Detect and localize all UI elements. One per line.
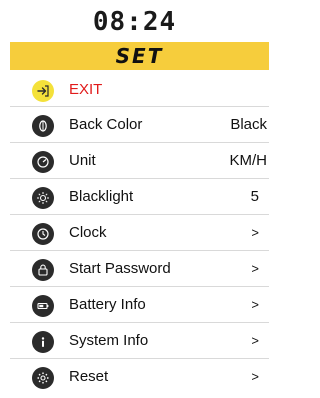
chevron-right-icon: > [251, 225, 259, 240]
menu-item-start-password[interactable]: Start Password > [10, 251, 269, 287]
chevron-right-icon: > [251, 261, 259, 276]
info-icon [32, 331, 54, 353]
menu-item-system-info[interactable]: System Info > [10, 323, 269, 359]
menu-item-label: Battery Info [69, 296, 146, 313]
backlight-sun-icon [32, 187, 54, 209]
settings-screen: 08:24 SET EXIT Back Color Black Unit KM/… [0, 0, 269, 398]
page-title: SET [10, 42, 269, 70]
menu-item-label: Clock [69, 224, 107, 241]
back-color-icon [32, 115, 54, 137]
chevron-right-icon: > [251, 297, 259, 312]
menu-item-blacklight[interactable]: Blacklight 5 [10, 179, 269, 215]
menu-item-value: Black [230, 116, 267, 133]
chevron-right-icon: > [251, 333, 259, 348]
menu-item-label: System Info [69, 332, 149, 349]
menu-item-label: Reset [69, 368, 109, 385]
menu-item-label: Start Password [69, 260, 171, 277]
unit-gauge-icon [32, 151, 54, 173]
menu-item-label: Blacklight [69, 188, 134, 205]
menu-item-clock[interactable]: Clock > [10, 215, 269, 251]
menu-item-label: Unit [69, 152, 96, 169]
battery-icon [32, 295, 54, 317]
chevron-right-icon: > [251, 369, 259, 384]
menu-item-reset[interactable]: Reset > [10, 359, 269, 395]
menu-item-unit[interactable]: Unit KM/H [10, 143, 269, 179]
menu-item-value: KM/H [229, 152, 268, 169]
menu-item-back-color[interactable]: Back Color Black [10, 107, 269, 143]
menu-item-exit[interactable]: EXIT [10, 72, 269, 108]
menu-item-value: 5 [250, 188, 259, 205]
menu-item-battery-info[interactable]: Battery Info > [10, 287, 269, 323]
menu-item-label: Back Color [69, 116, 143, 133]
lock-icon [32, 259, 54, 281]
clock-time: 08:24 [92, 7, 177, 37]
exit-icon [32, 80, 54, 102]
menu-item-label: EXIT [69, 81, 103, 98]
reset-gear-icon [32, 367, 54, 389]
clock-icon [32, 223, 54, 245]
